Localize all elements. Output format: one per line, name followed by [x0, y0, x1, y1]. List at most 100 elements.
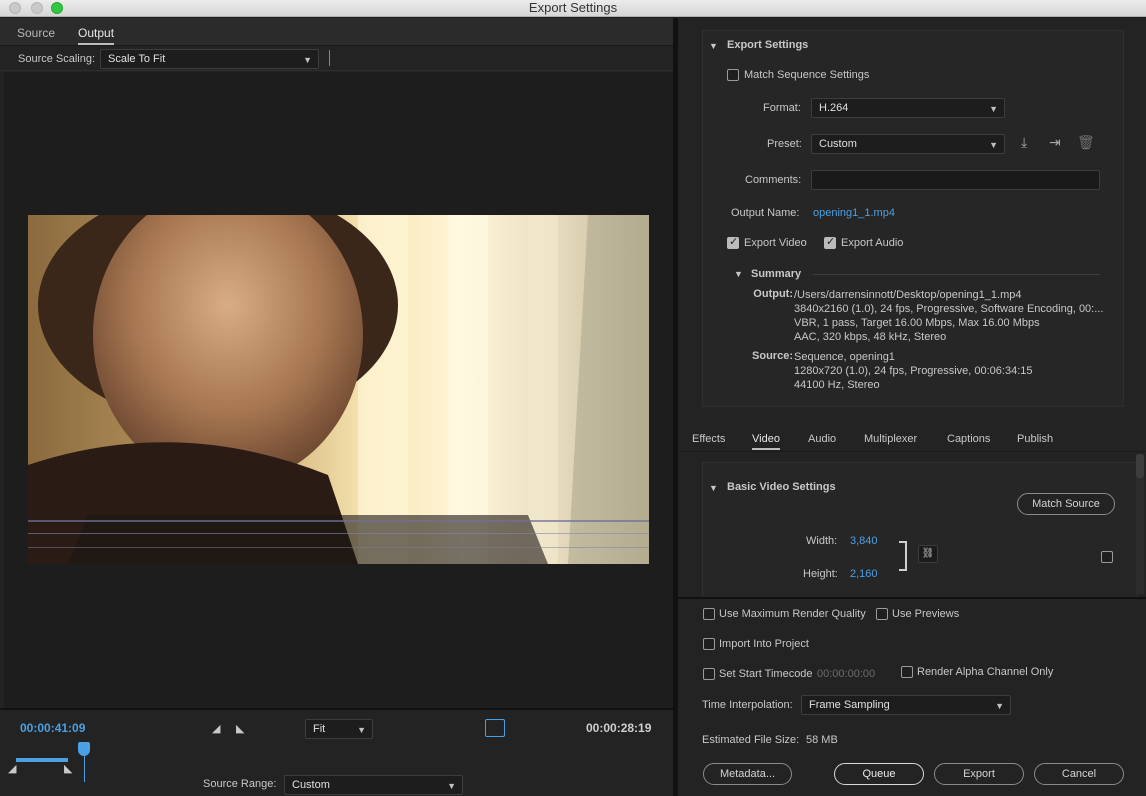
use-previews-label: Use Previews	[892, 608, 960, 620]
time-interpolation-dropdown[interactable]: Frame Sampling ▼	[801, 695, 1011, 715]
playhead-line	[84, 756, 85, 782]
chevron-down-icon: ▼	[989, 104, 998, 114]
import-project-checkbox[interactable]	[703, 638, 715, 650]
export-video-label: Export Video	[744, 237, 807, 249]
export-settings-section: ▼ Export Settings Match Sequence Setting…	[702, 30, 1124, 407]
tab-audio[interactable]: Audio	[808, 433, 836, 445]
max-render-quality-checkbox[interactable]	[703, 608, 715, 620]
width-label: Width:	[806, 535, 838, 547]
summary-source-line: Sequence, opening1	[794, 351, 895, 363]
export-button[interactable]: Export	[934, 763, 1024, 785]
summary-chevron-icon[interactable]: ▼	[734, 269, 743, 279]
use-previews-checkbox[interactable]	[876, 608, 888, 620]
chevron-down-icon: ▼	[303, 55, 312, 65]
stretch-checkbox[interactable]	[1101, 551, 1113, 563]
basic-video-settings-title: Basic Video Settings	[727, 481, 836, 493]
max-render-quality-label: Use Maximum Render Quality	[719, 608, 866, 620]
work-area-bar[interactable]	[16, 758, 68, 762]
zoom-dropdown[interactable]: Fit ▼	[305, 719, 373, 739]
alpha-only-label: Render Alpha Channel Only	[917, 666, 1054, 678]
zoom-value: Fit	[313, 723, 326, 735]
source-scaling-row: Source Scaling: Scale To Fit ▼	[0, 47, 673, 71]
set-out-point-icon[interactable]: ◣	[236, 722, 244, 735]
settings-scrollbar[interactable]	[1136, 454, 1144, 594]
in-point-marker-icon[interactable]: ◢	[8, 762, 16, 775]
separator	[329, 50, 330, 66]
summary-output-line: AAC, 320 kbps, 48 kHz, Stereo	[794, 331, 947, 343]
preset-dropdown[interactable]: Custom ▼	[811, 134, 1005, 154]
zoom-window-button[interactable]	[51, 2, 63, 14]
height-label: Height:	[803, 568, 838, 580]
source-scaling-value: Scale To Fit	[108, 53, 166, 65]
out-point-marker-icon[interactable]: ◣	[64, 762, 72, 775]
height-value[interactable]: 2,160	[850, 568, 878, 580]
title-bar: Export Settings	[0, 0, 1146, 17]
tab-multiplexer[interactable]: Multiplexer	[864, 433, 917, 445]
queue-button[interactable]: Queue	[834, 763, 924, 785]
tab-source[interactable]: Source	[17, 26, 55, 40]
tab-captions[interactable]: Captions	[947, 433, 990, 445]
export-settings-title: Export Settings	[727, 39, 809, 51]
start-timecode-label: Set Start Timecode	[719, 668, 813, 680]
format-value: H.264	[819, 102, 849, 114]
output-preview	[4, 72, 673, 708]
source-range-dropdown[interactable]: Custom ▼	[284, 775, 463, 795]
export-audio-label: Export Audio	[841, 237, 904, 249]
scrollbar-thumb[interactable]	[1136, 454, 1144, 478]
tab-video[interactable]: Video	[752, 433, 780, 450]
preview-panel: Source Output Source Scaling: Scale To F…	[0, 18, 676, 796]
width-value[interactable]: 3,840	[850, 535, 878, 547]
current-timecode[interactable]: 00:00:41:09	[20, 721, 85, 735]
start-timecode-checkbox[interactable]	[703, 668, 715, 680]
dimension-bracket	[899, 541, 907, 571]
summary-title: Summary	[751, 268, 802, 280]
match-sequence-checkbox[interactable]	[727, 69, 739, 81]
export-audio-checkbox[interactable]	[824, 235, 836, 249]
alpha-only-checkbox[interactable]	[901, 666, 913, 678]
import-preset-icon[interactable]: ⇥	[1049, 134, 1061, 151]
set-in-point-icon[interactable]: ◢	[212, 722, 220, 735]
source-scaling-dropdown[interactable]: Scale To Fit ▼	[100, 49, 319, 69]
tab-publish[interactable]: Publish	[1017, 433, 1053, 445]
summary-output-key: Output:	[753, 288, 793, 300]
source-scaling-label: Source Scaling:	[18, 53, 96, 65]
import-project-label: Import Into Project	[719, 638, 809, 650]
cancel-button[interactable]: Cancel	[1034, 763, 1124, 785]
output-name-link[interactable]: opening1_1.mp4	[813, 207, 895, 219]
video-frame	[28, 215, 649, 564]
playhead-icon[interactable]	[78, 742, 90, 756]
collapse-chevron-icon[interactable]: ▼	[709, 41, 718, 51]
preview-tabs: Source Output	[0, 18, 673, 46]
metadata-button[interactable]: Metadata...	[703, 763, 792, 785]
chevron-down-icon: ▼	[995, 701, 1004, 711]
window-title: Export Settings	[528, 0, 618, 15]
export-video-checkbox[interactable]	[727, 235, 739, 249]
tab-output[interactable]: Output	[78, 26, 115, 45]
match-sequence-label: Match Sequence Settings	[744, 69, 870, 81]
comments-input[interactable]	[811, 170, 1100, 190]
summary-divider	[813, 274, 1100, 275]
close-window-button[interactable]	[9, 2, 21, 14]
source-range-value: Custom	[292, 779, 330, 791]
file-size-label: Estimated File Size:	[702, 734, 800, 746]
aspect-ratio-correction-icon[interactable]	[485, 719, 505, 737]
summary-source-line: 1280x720 (1.0), 24 fps, Progressive, 00:…	[794, 365, 1033, 377]
constrain-proportions-link-icon[interactable]: ⛓	[918, 545, 938, 563]
match-source-button[interactable]: Match Source	[1017, 493, 1115, 515]
output-name-label: Output Name:	[731, 207, 800, 219]
time-interpolation-value: Frame Sampling	[809, 699, 890, 711]
preset-value: Custom	[819, 138, 857, 150]
summary-source-line: 44100 Hz, Stereo	[794, 379, 880, 391]
tab-effects[interactable]: Effects	[692, 433, 725, 445]
save-preset-icon[interactable]: ⤓	[1021, 134, 1027, 151]
file-size-value: 58 MB	[806, 734, 838, 746]
delete-preset-icon[interactable]: 🗑	[1077, 134, 1095, 151]
comments-label: Comments:	[745, 174, 802, 186]
format-dropdown[interactable]: H.264 ▼	[811, 98, 1005, 118]
collapse-chevron-icon[interactable]: ▼	[709, 483, 718, 493]
basic-video-settings-section: ▼ Basic Video Settings Match Source Widt…	[702, 462, 1138, 602]
settings-tabs: Effects Video Audio Multiplexer Captions…	[678, 428, 1146, 452]
source-range-label: Source Range:	[203, 778, 277, 790]
minimize-window-button[interactable]	[31, 2, 43, 14]
start-timecode-value: 00:00:00:00	[817, 668, 876, 680]
